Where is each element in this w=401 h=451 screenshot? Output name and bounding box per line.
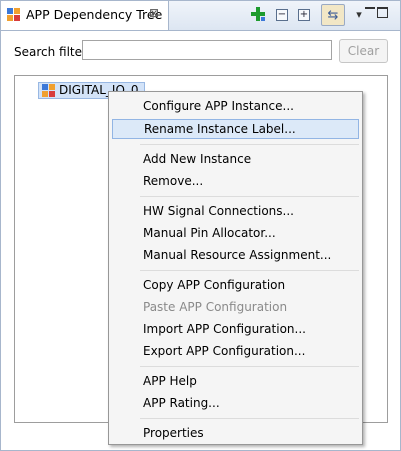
context-menu: Configure APP Instance... Rename Instanc… xyxy=(108,91,363,445)
add-plus-icon[interactable] xyxy=(250,6,266,22)
menu-item-manual-pin[interactable]: Manual Pin Allocator... xyxy=(112,223,359,243)
menu-item-export-config[interactable]: Export APP Configuration... xyxy=(112,341,359,361)
app-instance-icon xyxy=(42,84,55,97)
collapse-all-icon[interactable]: − xyxy=(276,9,288,21)
menu-item-configure[interactable]: Configure APP Instance... xyxy=(112,96,359,116)
menu-item-paste-config: Paste APP Configuration xyxy=(143,300,288,314)
menu-item-copy-config[interactable]: Copy APP Configuration xyxy=(112,275,359,295)
minimize-icon[interactable] xyxy=(365,7,375,12)
app-dependency-icon xyxy=(7,8,21,22)
app-dependency-tree-view: APP Dependency Tree ⊠ − + ⇆ ▾ Search fil… xyxy=(0,0,401,451)
tab-app-dependency-tree[interactable]: APP Dependency Tree ⊠ xyxy=(1,1,169,30)
menu-item-manual-resource[interactable]: Manual Resource Assignment... xyxy=(112,245,359,265)
menu-separator xyxy=(140,196,359,197)
search-filter-label: Search filter xyxy=(14,45,87,59)
menu-item-remove[interactable]: Remove... xyxy=(112,171,359,191)
menu-item-rename[interactable]: Rename Instance Label... xyxy=(112,119,359,139)
menu-item-import-config[interactable]: Import APP Configuration... xyxy=(112,319,359,339)
link-with-editor-icon[interactable]: ⇆ xyxy=(321,4,345,26)
close-icon[interactable]: ⊠ xyxy=(149,6,159,20)
clear-button[interactable]: Clear xyxy=(339,39,388,63)
menu-separator xyxy=(140,270,359,271)
menu-item-properties[interactable]: Properties xyxy=(112,423,359,443)
menu-separator xyxy=(140,418,359,419)
menu-separator xyxy=(140,144,359,145)
menu-item-hw-signal[interactable]: HW Signal Connections... xyxy=(112,201,359,221)
menu-item-app-help[interactable]: APP Help xyxy=(112,371,359,391)
expand-all-icon[interactable]: + xyxy=(298,9,310,21)
search-filter-input[interactable] xyxy=(82,40,332,60)
maximize-icon[interactable] xyxy=(377,7,388,18)
menu-separator xyxy=(140,366,359,367)
tab-title: APP Dependency Tree xyxy=(26,7,163,22)
menu-item-add-new[interactable]: Add New Instance xyxy=(112,149,359,169)
view-tab-bar: APP Dependency Tree ⊠ − + ⇆ ▾ xyxy=(1,1,400,31)
menu-item-app-rating[interactable]: APP Rating... xyxy=(112,393,359,413)
